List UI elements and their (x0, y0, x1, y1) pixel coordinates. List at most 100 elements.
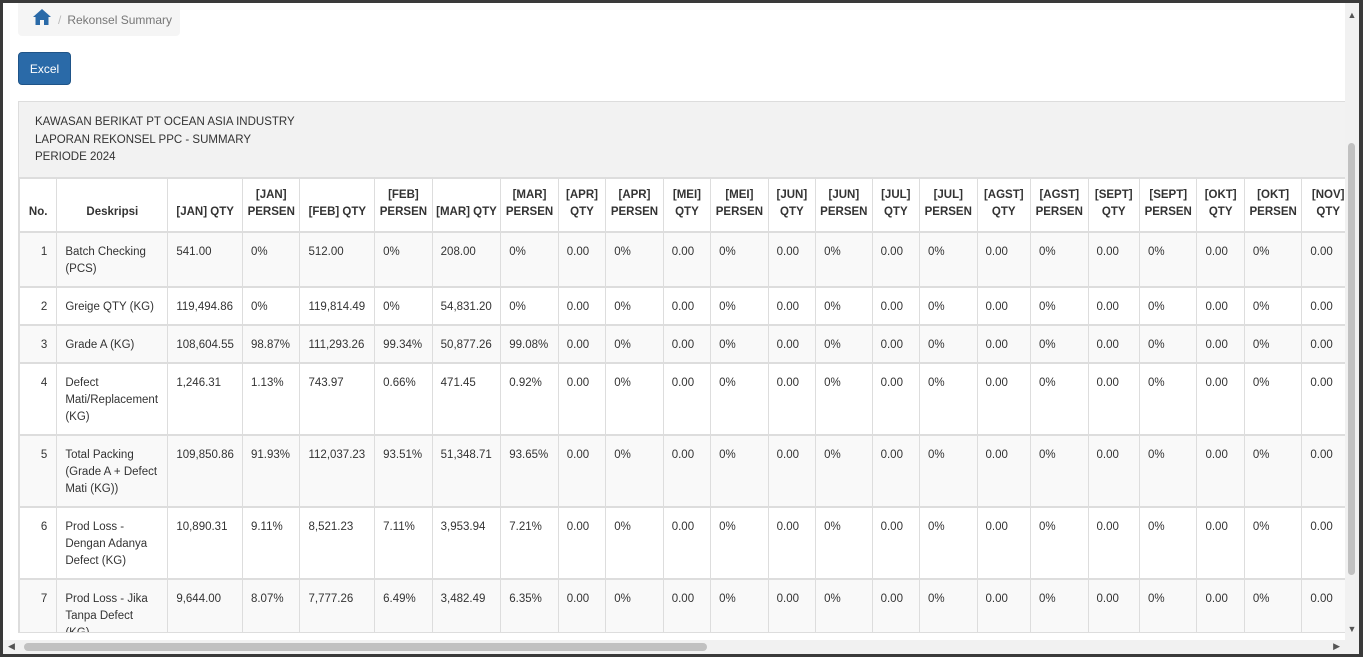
table-cell: 0.00 (662, 361, 712, 435)
column-header: [SEPT] QTY (1087, 178, 1140, 232)
table-cell: 0.00 (1087, 323, 1140, 363)
table-cell: 0.00 (557, 323, 607, 363)
table-cell: 0% (1029, 285, 1089, 325)
scroll-up-icon[interactable]: ▲ (1347, 10, 1357, 20)
column-header: [FEB] PERSEN (374, 178, 433, 232)
table-cell: 0% (1029, 433, 1089, 507)
table-cell: 0% (919, 230, 978, 287)
table-cell: 0.92% (500, 361, 559, 435)
table-row: 3 Grade A (KG) 108,604.55 98.87% 111,293.26 9… (19, 323, 1349, 363)
table-cell: 0.00 (1087, 577, 1140, 632)
column-header: [NOV] QTY (1301, 178, 1349, 232)
table-cell: 0.00 (557, 285, 607, 325)
table-cell: 0% (1138, 361, 1198, 435)
table-cell: 0.00 (557, 505, 607, 579)
table-cell: 0.00 (1087, 361, 1140, 435)
table-row: 1 Batch Checking (PCS) 541.00 0% 512.00 0% 208… (19, 230, 1349, 287)
table-cell: 0.00 (767, 285, 817, 325)
table-cell: 7,777.26 (299, 577, 376, 632)
table-cell: 0% (1029, 323, 1089, 363)
table-cell: 0% (500, 230, 559, 287)
breadcrumb-separator: / (58, 12, 62, 27)
table-cell: 93.65% (500, 433, 559, 507)
home-icon[interactable] (32, 7, 52, 27)
vertical-scrollbar[interactable]: ▲ ▼ (1345, 3, 1359, 654)
table-cell: 0.00 (1196, 505, 1245, 579)
table-cell: 0% (815, 230, 873, 287)
table-cell: 0% (710, 577, 769, 632)
column-header: [MAR] QTY (431, 178, 502, 232)
table-cell: 0% (815, 285, 873, 325)
table-cell: 0.00 (557, 230, 607, 287)
table-cell: 108,604.55 (167, 323, 243, 363)
table-cell: 0% (710, 323, 769, 363)
table-cell: 111,293.26 (299, 323, 376, 363)
table-cell: 0.66% (374, 361, 433, 435)
table-cell: 0% (1029, 361, 1089, 435)
table-row: 4 Defect Mati/Replacement (KG) 1,246.31 1.1… (19, 361, 1349, 435)
table-cell: 0.00 (1301, 433, 1349, 507)
column-header: [MEI] QTY (662, 178, 712, 232)
table-cell: 3,953.94 (431, 505, 502, 579)
table-cell: 0% (710, 361, 769, 435)
table-cell: 0% (500, 285, 559, 325)
table-cell: 0% (1138, 323, 1198, 363)
table-cell: Greige QTY (KG) (56, 285, 169, 325)
table-cell: Total Packing (Grade A + Defect Mati (KG… (56, 433, 169, 507)
scroll-left-icon[interactable]: ◀ (8, 641, 15, 652)
table-cell: 0% (1138, 433, 1198, 507)
table-cell: 0.00 (1087, 433, 1140, 507)
report-title: LAPORAN REKONSEL PPC - SUMMARY (35, 133, 251, 146)
table-cell: 0.00 (1301, 323, 1349, 363)
table-cell: 93.51% (374, 433, 433, 507)
table-cell: 541.00 (167, 230, 243, 287)
report-company: KAWASAN BERIKAT PT OCEAN ASIA INDUSTRY (35, 116, 295, 128)
column-header: [JAN] QTY (167, 178, 243, 232)
table-cell: 50,877.26 (431, 323, 502, 363)
table-cell: 0% (1243, 577, 1303, 632)
column-header: [MEI] PERSEN (710, 178, 769, 232)
column-header: [JUL] PERSEN (919, 178, 978, 232)
table-cell: 0.00 (767, 505, 817, 579)
table-cell: 0.00 (1196, 577, 1245, 632)
table-cell: Prod Loss - Dengan Adanya Defect (KG) (56, 505, 169, 579)
table-cell: 54,831.20 (431, 285, 502, 325)
report-header: KAWASAN BERIKAT PT OCEAN ASIA INDUSTRY L… (19, 102, 1349, 178)
table-cell: 0% (1243, 505, 1303, 579)
table-cell: 91.93% (241, 433, 301, 507)
table-cell: 1,246.31 (167, 361, 243, 435)
table-cell: 0.00 (976, 505, 1031, 579)
table-cell: 6.49% (374, 577, 433, 632)
horizontal-scrollbar[interactable]: ◀ ▶ (3, 640, 1345, 654)
table-cell: 0.00 (871, 433, 921, 507)
table-cell: 0.00 (662, 230, 712, 287)
horizontal-scroll-thumb[interactable] (24, 643, 707, 651)
scroll-right-icon[interactable]: ▶ (1333, 641, 1340, 652)
column-header: [OKT] QTY (1196, 178, 1245, 232)
table-cell: 0% (919, 323, 978, 363)
table-cell: 0% (1138, 577, 1198, 632)
table-cell: 0% (374, 230, 433, 287)
column-header: [AGST] QTY (976, 178, 1031, 232)
table-cell: 0.00 (1087, 230, 1140, 287)
table-cell: 0% (815, 433, 873, 507)
table-cell: Grade A (KG) (56, 323, 169, 363)
table-cell: 0.00 (1301, 361, 1349, 435)
table-cell: 0.00 (1301, 505, 1349, 579)
table-cell: 0% (1243, 433, 1303, 507)
column-header: [AGST] PERSEN (1029, 178, 1089, 232)
table-cell: 0% (710, 285, 769, 325)
table-cell: 0% (605, 361, 664, 435)
table-cell: 0% (919, 505, 978, 579)
vertical-scroll-thumb[interactable] (1348, 143, 1355, 575)
table-cell: 0.00 (662, 323, 712, 363)
table-cell: 0% (605, 285, 664, 325)
table-cell: 0% (1138, 505, 1198, 579)
scroll-down-icon[interactable]: ▼ (1347, 624, 1357, 634)
table-cell: 1.13% (241, 361, 301, 435)
table-cell: 0.00 (557, 361, 607, 435)
table-cell: 0% (815, 577, 873, 632)
excel-button[interactable]: Excel (18, 52, 71, 85)
table-cell: 0.00 (1301, 577, 1349, 632)
table-cell: 0% (919, 361, 978, 435)
